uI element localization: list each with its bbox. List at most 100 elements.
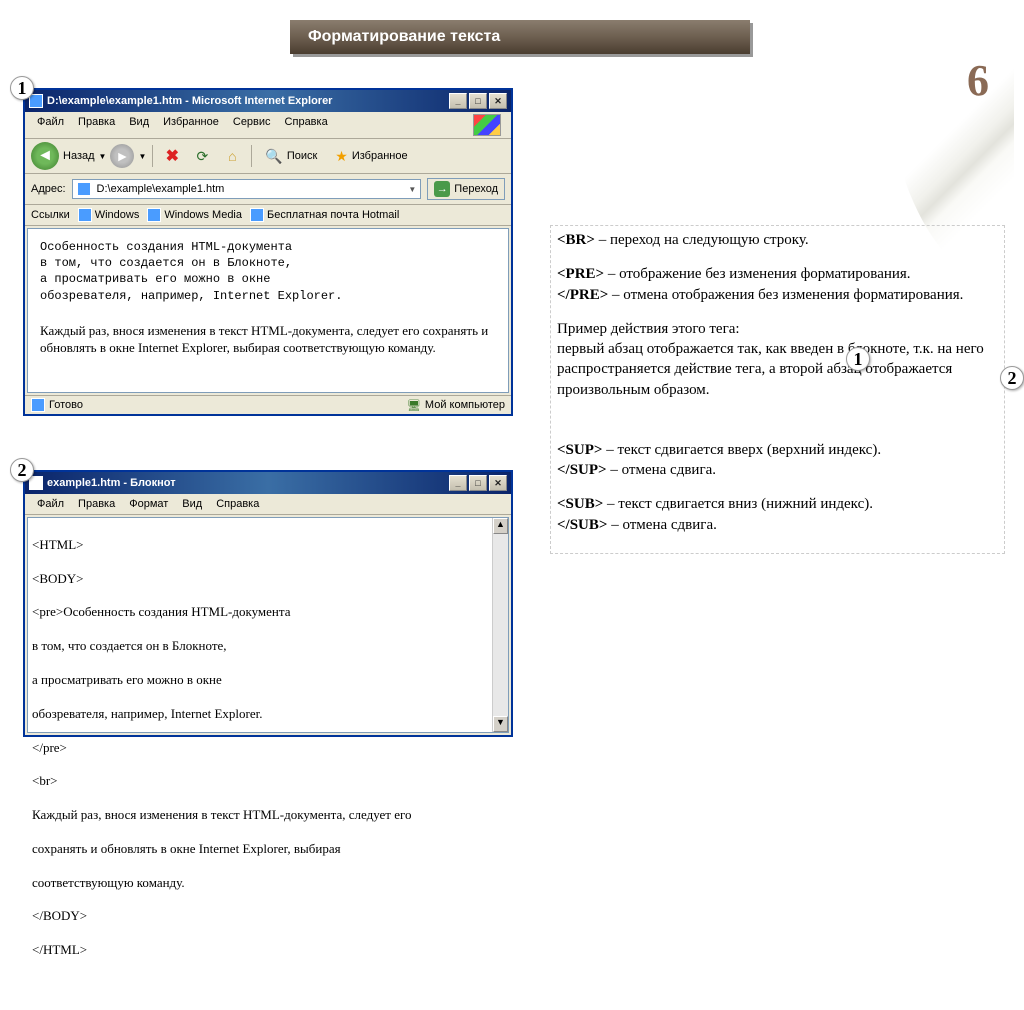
np-line: <BODY> [32, 571, 504, 588]
np-line: Каждый раз, внося изменения в текст HTML… [32, 807, 504, 824]
menu-favorites[interactable]: Избранное [157, 114, 225, 136]
slide-title-banner: Форматирование текста [290, 20, 750, 54]
tag-pre-open: <PRE> [557, 266, 604, 282]
link-windows-label: Windows [95, 209, 140, 221]
zone-icon: 🖥 [407, 399, 421, 412]
address-input-wrap[interactable]: ▼ [72, 179, 422, 199]
status-zone: Мой компьютер [425, 399, 505, 411]
callout-inline-1: 1 [846, 347, 870, 371]
page-number: 6 [967, 55, 989, 106]
menu-tools[interactable]: Сервис [227, 114, 277, 136]
np-line: </BODY> [32, 908, 504, 925]
forward-button[interactable]: ► [110, 144, 134, 168]
notepad-menubar: Файл Правка Формат Вид Справка [25, 494, 511, 515]
notepad-title-text: example1.htm - Блокнот [47, 477, 176, 489]
back-button[interactable]: ◄ [31, 142, 59, 170]
tag-sup-close: </SUP> [557, 462, 607, 478]
minimize-button[interactable]: _ [449, 93, 467, 109]
menu-view[interactable]: Вид [123, 114, 155, 136]
close-button[interactable]: ✕ [489, 475, 507, 491]
address-input[interactable] [95, 182, 405, 196]
notepad-text-area[interactable]: <HTML> <BODY> <pre>Особенность создания … [27, 517, 509, 733]
menu-edit[interactable]: Правка [72, 496, 121, 512]
back-label[interactable]: Назад [63, 150, 95, 162]
menu-file[interactable]: Файл [31, 496, 70, 512]
callout-2: 2 [10, 458, 34, 482]
scroll-track[interactable] [493, 534, 508, 716]
notepad-scrollbar[interactable]: ▲ ▼ [492, 518, 508, 732]
ie-window: D:\example\example1.htm - Microsoft Inte… [23, 88, 513, 416]
np-line: <HTML> [32, 537, 504, 554]
tag-sup-open: <SUP> [557, 442, 602, 458]
maximize-button[interactable]: □ [469, 475, 487, 491]
ie-addressbar: Адрес: ▼ → Переход [25, 174, 511, 205]
go-arrow-icon: → [434, 181, 450, 197]
menu-help[interactable]: Справка [210, 496, 265, 512]
notepad-app-icon [29, 476, 43, 490]
close-button[interactable]: ✕ [489, 93, 507, 109]
menu-help[interactable]: Справка [279, 114, 334, 136]
desc-br: – переход на следующую строку. [595, 232, 809, 248]
np-line: <pre>Особенность создания HTML-документа [32, 604, 504, 621]
link-hotmail[interactable]: Бесплатная почта Hotmail [250, 208, 399, 222]
content-pre-block: Особенность создания HTML-документа в то… [40, 239, 496, 304]
tag-br: <BR> [557, 232, 595, 248]
page-icon [77, 182, 91, 196]
status-ready: Готово [49, 399, 83, 411]
address-dropdown-icon[interactable]: ▼ [408, 185, 416, 194]
example-body: первый абзац отображается так, как введе… [557, 341, 984, 398]
slide-title: Форматирование текста [308, 28, 500, 46]
ie-content-area: Особенность создания HTML-документа в то… [27, 228, 509, 393]
link-icon [250, 208, 264, 222]
menu-view[interactable]: Вид [176, 496, 208, 512]
refresh-button[interactable]: ⟳ [189, 143, 215, 169]
go-button[interactable]: → Переход [427, 178, 505, 200]
scroll-up-icon[interactable]: ▲ [493, 518, 508, 534]
favorites-button[interactable]: ★ Избранное [328, 143, 414, 169]
tag-pre-close: </PRE> [557, 287, 608, 303]
np-line: в том, что создается он в Блокноте, [32, 638, 504, 655]
np-line: а просматривать его можно в окне [32, 672, 504, 689]
search-icon: 🔍 [265, 148, 282, 165]
maximize-button[interactable]: □ [469, 93, 487, 109]
tag-sub-close: </SUB> [557, 517, 607, 533]
desc-sup-open: – текст сдвигается вверх (верхний индекс… [602, 442, 881, 458]
ie-statusbar: Готово 🖥 Мой компьютер [25, 395, 511, 414]
ie-titlebar[interactable]: D:\example\example1.htm - Microsoft Inte… [25, 90, 511, 112]
home-icon: ⌂ [228, 148, 236, 164]
link-windows[interactable]: Windows [78, 208, 140, 222]
callout-inline-2: 2 [1000, 366, 1024, 390]
link-windows-media[interactable]: Windows Media [147, 208, 242, 222]
favorites-label: Избранное [352, 150, 408, 162]
stop-button[interactable]: ✖ [159, 143, 185, 169]
fwd-dropdown-icon[interactable]: ▼ [138, 152, 146, 161]
menu-file[interactable]: Файл [31, 114, 70, 136]
stop-icon: ✖ [166, 146, 179, 166]
refresh-icon: ⟳ [197, 148, 209, 165]
go-label: Переход [454, 183, 498, 195]
search-button[interactable]: 🔍Поиск [258, 143, 324, 169]
ie-app-icon [29, 94, 43, 108]
menu-edit[interactable]: Правка [72, 114, 121, 136]
tag-sub-open: <SUB> [557, 496, 603, 512]
np-line: <br> [32, 773, 504, 790]
np-line: сохранять и обновлять в окне Internet Ex… [32, 841, 504, 858]
link-icon [78, 208, 92, 222]
np-line: </pre> [32, 740, 504, 757]
links-label[interactable]: Ссылки [31, 209, 70, 221]
desc-sub-close: – отмена сдвига. [607, 517, 716, 533]
notepad-titlebar[interactable]: example1.htm - Блокнот _ □ ✕ [25, 472, 511, 494]
minimize-button[interactable]: _ [449, 475, 467, 491]
home-button[interactable]: ⌂ [219, 143, 245, 169]
desc-sub-open: – текст сдвигается вниз (нижний индекс). [603, 496, 873, 512]
windows-logo-icon [473, 114, 501, 136]
back-dropdown-icon[interactable]: ▼ [99, 152, 107, 161]
ie-menubar: Файл Правка Вид Избранное Сервис Справка [25, 112, 511, 139]
star-icon: ★ [335, 148, 348, 165]
notepad-window: example1.htm - Блокнот _ □ ✕ Файл Правка… [23, 470, 513, 737]
menu-format[interactable]: Формат [123, 496, 174, 512]
ie-links-bar: Ссылки Windows Windows Media Бесплатная … [25, 205, 511, 226]
scroll-down-icon[interactable]: ▼ [493, 716, 508, 732]
np-line-text: Каждый раз, внося изменения в текст HTML… [32, 807, 412, 824]
np-line: обозревателя, например, Internet Explore… [32, 706, 504, 723]
